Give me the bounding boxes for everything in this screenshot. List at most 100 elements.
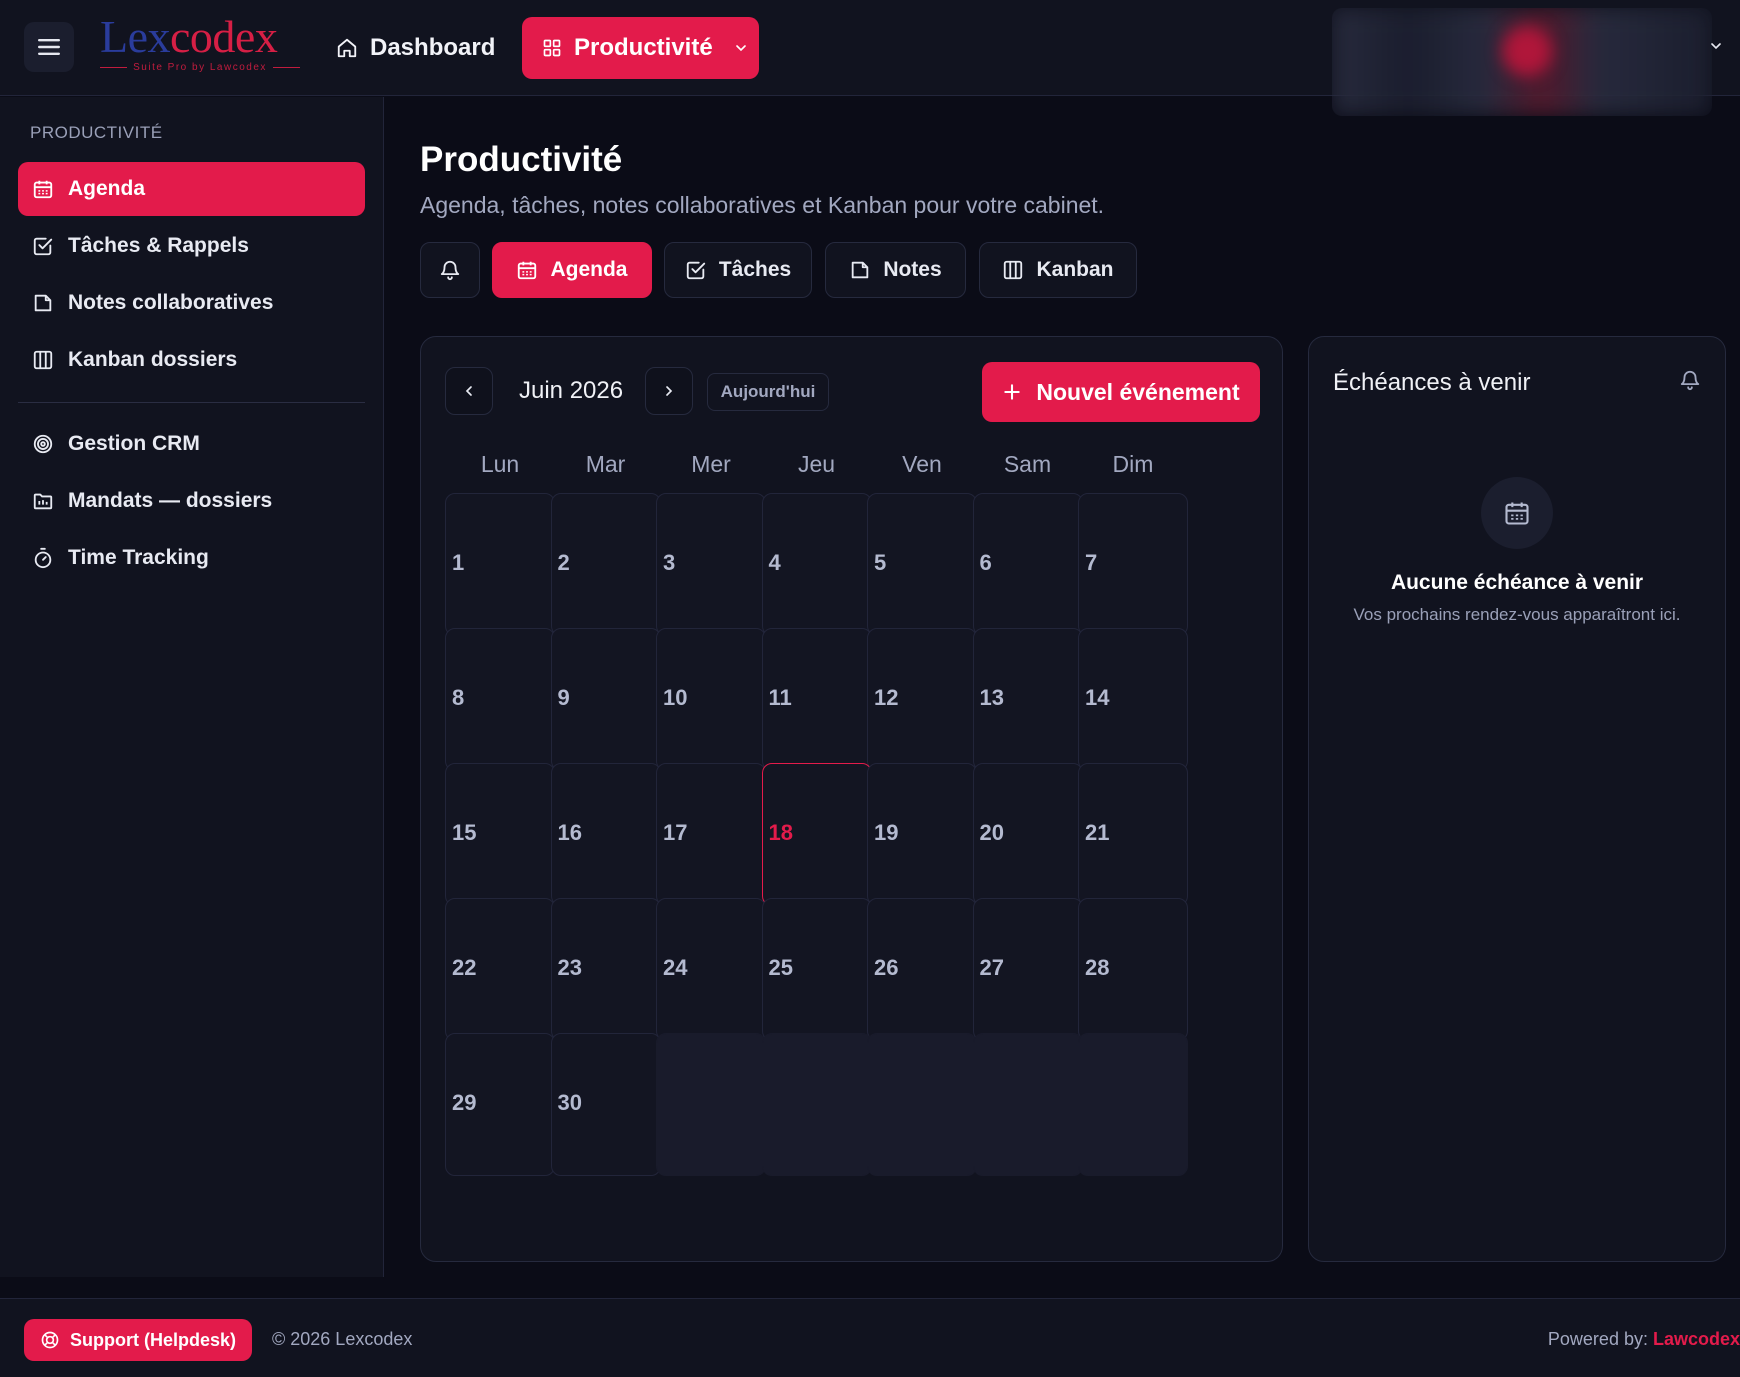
calendar-day[interactable]: 4 <box>761 493 872 636</box>
day-number: 29 <box>452 1090 477 1115</box>
calendar-day[interactable]: 3 <box>656 493 766 636</box>
plus-icon <box>1004 384 1021 400</box>
powered-by: Powered by: Lawcodex <box>1547 1329 1740 1349</box>
sidebar-item-taches[interactable]: Tâches & Rappels <box>18 219 365 273</box>
next-month-button[interactable] <box>645 367 693 415</box>
day-number: 24 <box>663 955 688 980</box>
calendar-day[interactable]: 9 <box>550 628 661 771</box>
bell-icon[interactable] <box>1679 369 1701 391</box>
day-number: 26 <box>874 955 899 980</box>
sidebar-item-crm[interactable]: Gestion CRM <box>18 417 365 471</box>
day-number: 5 <box>874 550 887 575</box>
note-icon <box>852 261 869 279</box>
calendar-day[interactable]: 21 <box>1078 763 1188 906</box>
calendar-card: Juin 2026 Aujourd'hui Nouvel événement L… <box>420 336 1283 1262</box>
empty-state-icon-wrap <box>1481 477 1553 549</box>
sidebar-divider <box>18 402 365 403</box>
calendar-day[interactable]: 22 <box>445 898 555 1041</box>
support-button[interactable]: Support (Helpdesk) <box>24 1319 252 1361</box>
day-number: 11 <box>768 685 792 710</box>
calendar-day[interactable]: 24 <box>656 898 766 1041</box>
powered-by-link[interactable]: Lawcodex <box>1653 1329 1740 1349</box>
day-number: 14 <box>1085 685 1110 710</box>
menu-button[interactable] <box>24 22 74 72</box>
calendar-day[interactable]: 1 <box>445 493 555 636</box>
calendar-day[interactable]: 20 <box>972 763 1083 906</box>
day-number: 25 <box>768 955 793 980</box>
calendar-icon <box>518 261 537 280</box>
calendar-day[interactable]: 8 <box>445 628 555 771</box>
tab-agenda[interactable]: Agenda <box>492 242 652 298</box>
sidebar-item-agenda[interactable]: Agenda <box>18 162 365 216</box>
calendar-day-today[interactable]: 18 <box>761 763 872 906</box>
tab-taches[interactable]: Tâches <box>664 242 812 298</box>
nav-dashboard[interactable]: Dashboard <box>336 26 495 70</box>
calendar-day-empty <box>761 1033 872 1176</box>
sidebar-item-mandats[interactable]: Mandats — dossiers <box>18 474 365 528</box>
day-number: 22 <box>452 955 477 980</box>
copyright: © 2026 Lexcodex <box>272 1329 413 1349</box>
calendar-day[interactable]: 15 <box>445 763 555 906</box>
calendar-day[interactable]: 2 <box>550 493 661 636</box>
sidebar-item-label: Mandats — dossiers <box>68 489 273 512</box>
calendar-day[interactable]: 13 <box>972 628 1083 771</box>
calendar-day[interactable]: 25 <box>761 898 872 1041</box>
calendar-day[interactable]: 11 <box>761 628 872 771</box>
calendar-day[interactable]: 12 <box>867 628 977 771</box>
notifications-button[interactable] <box>420 242 480 298</box>
nav-productivite-label: Productivité <box>574 34 713 61</box>
sidebar-item-label: Kanban dossiers <box>68 348 238 371</box>
calendar-day[interactable]: 23 <box>550 898 661 1041</box>
chevron-down-icon[interactable] <box>1708 38 1724 54</box>
sidebar-item-time-tracking[interactable]: Time Tracking <box>18 531 365 585</box>
day-number: 28 <box>1085 955 1110 980</box>
logo-tagline: Suite Pro by Lawcodex <box>100 62 300 73</box>
prev-month-button[interactable] <box>445 367 493 415</box>
day-number: 21 <box>1085 820 1110 845</box>
day-number: 6 <box>979 550 992 575</box>
weekday-label: Mer <box>691 451 731 477</box>
hamburger-icon <box>38 39 60 55</box>
sidebar-item-label: Notes collaboratives <box>68 291 274 314</box>
today-button[interactable]: Aujourd'hui <box>707 373 829 411</box>
chevron-right-icon <box>666 386 673 396</box>
user-menu[interactable] <box>1332 8 1712 116</box>
sidebar-item-label: Time Tracking <box>68 546 209 569</box>
chevron-left-icon <box>465 386 472 396</box>
page-subtitle: Agenda, tâches, notes collaboratives et … <box>420 192 1105 218</box>
calendar-day[interactable]: 19 <box>867 763 977 906</box>
calendar-day-empty <box>656 1033 766 1176</box>
sidebar-item-notes[interactable]: Notes collaboratives <box>18 276 365 330</box>
empty-state-title: Aucune échéance à venir <box>1390 571 1644 594</box>
calendar-day[interactable]: 16 <box>550 763 661 906</box>
nav-productivite[interactable]: Productivité <box>522 17 759 79</box>
calendar-day[interactable]: 6 <box>972 493 1083 636</box>
footer: Support (Helpdesk) © 2026 Lexcodex Power… <box>0 1298 1740 1377</box>
calendar-day[interactable]: 28 <box>1078 898 1188 1041</box>
calendar-day[interactable]: 14 <box>1078 628 1188 771</box>
tab-notes[interactable]: Notes <box>825 242 966 298</box>
tab-kanban[interactable]: Kanban <box>979 242 1137 298</box>
calendar-month-label: Juin 2026 <box>519 377 624 404</box>
day-number: 12 <box>874 685 899 710</box>
day-number: 10 <box>663 685 688 710</box>
sidebar-item-kanban[interactable]: Kanban dossiers <box>18 333 365 387</box>
target-icon <box>33 434 53 454</box>
calendar-day[interactable]: 26 <box>867 898 977 1041</box>
new-event-button[interactable]: Nouvel événement <box>982 362 1260 422</box>
calendar-day[interactable]: 5 <box>867 493 977 636</box>
calendar-day[interactable]: 29 <box>445 1033 555 1176</box>
calendar-day[interactable]: 27 <box>972 898 1083 1041</box>
checkbox-icon <box>686 261 705 280</box>
logo[interactable]: Lexcodex Suite Pro by Lawcodex <box>100 14 300 78</box>
columns-icon <box>1004 260 1023 280</box>
calendar-day[interactable]: 30 <box>550 1033 661 1176</box>
day-number: 1 <box>452 550 465 575</box>
calendar-day[interactable]: 7 <box>1078 493 1188 636</box>
day-number: 30 <box>557 1090 582 1115</box>
weekday-label: Lun <box>480 451 520 477</box>
calendar-day[interactable]: 10 <box>656 628 766 771</box>
deadlines-panel: Échéances à venir Aucune échéance à veni… <box>1308 336 1726 1262</box>
empty-state-subtitle: Vos prochains rendez-vous apparaîtront i… <box>1353 605 1681 624</box>
calendar-day[interactable]: 17 <box>656 763 766 906</box>
